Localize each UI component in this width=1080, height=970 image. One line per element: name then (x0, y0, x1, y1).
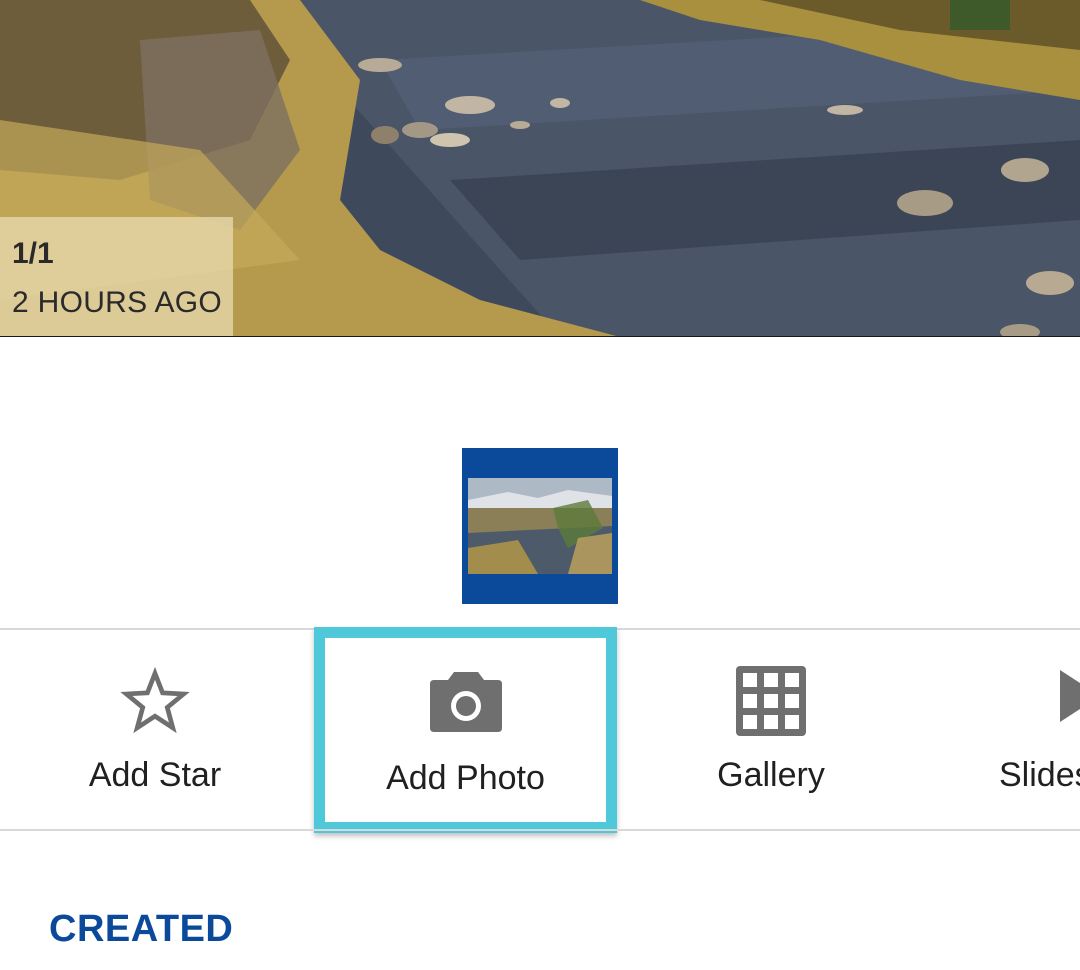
play-icon (1060, 670, 1080, 722)
add-star-label: Add Star (88, 756, 222, 794)
gallery-button[interactable]: Gallery (621, 630, 921, 829)
photo-timestamp: 2 HOURS AGO (12, 286, 223, 319)
add-photo-button[interactable]: Add Photo (314, 627, 617, 833)
photo-viewer[interactable]: 1/1 2 HOURS AGO (0, 0, 1080, 337)
add-star-button[interactable]: Add Star (5, 630, 305, 829)
thumbnail-image (468, 478, 612, 574)
slides-label: Slides (999, 756, 1080, 794)
created-section-title: CREATED (49, 908, 234, 950)
action-bar-bottom-divider (0, 829, 1080, 831)
photo-info-overlay: 1/1 2 HOURS AGO (0, 217, 233, 336)
star-outline-icon (120, 666, 190, 734)
camera-icon (429, 672, 502, 732)
photo-counter: 1/1 (12, 237, 54, 270)
grid-icon (736, 666, 806, 736)
slides-button[interactable]: Slides (960, 630, 1080, 829)
gallery-label: Gallery (717, 756, 825, 794)
add-photo-label: Add Photo (386, 759, 545, 797)
photo-thumbnail[interactable] (462, 448, 618, 604)
